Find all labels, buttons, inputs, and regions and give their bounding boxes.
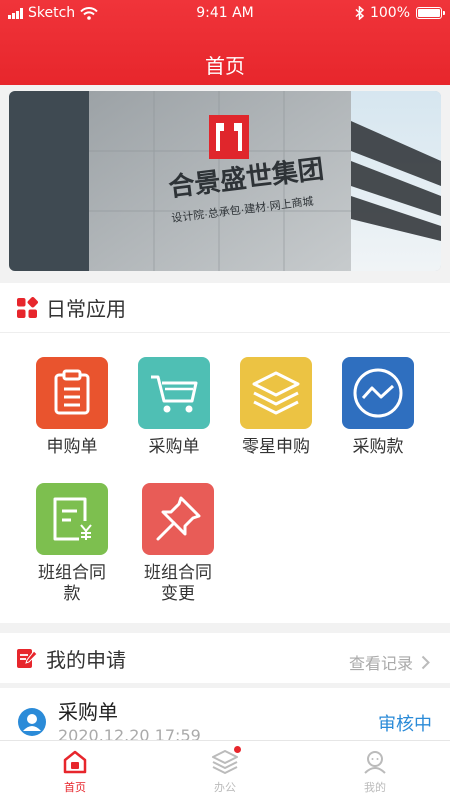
- request-time: 2020.12.20 17:59: [58, 726, 201, 740]
- app-purchase-order[interactable]: 采购单: [124, 357, 224, 458]
- edit-document-icon: [17, 649, 38, 668]
- app-label: 班组合同变更: [144, 563, 212, 604]
- tab-mine[interactable]: 我的: [300, 741, 450, 800]
- trend-chart-icon: [342, 357, 414, 429]
- battery-icon: [416, 7, 445, 19]
- request-title: 采购单: [58, 700, 118, 724]
- header: Sketch 9:41 AM 100% 首页: [0, 0, 450, 85]
- stack-icon: [212, 750, 238, 774]
- chevron-right-icon: [421, 655, 430, 669]
- app-label: 采购款: [352, 437, 404, 457]
- profile-icon: [364, 751, 386, 774]
- tab-label: 我的: [364, 781, 386, 794]
- brand-logo: [209, 115, 249, 159]
- layers-icon: [240, 357, 312, 429]
- tab-bar: 首页 办公 我的: [0, 740, 450, 800]
- pushpin-icon: [142, 483, 214, 555]
- app-label: 采购单: [148, 437, 200, 457]
- shopping-cart-icon: [138, 357, 210, 429]
- bluetooth-icon: [355, 6, 364, 20]
- my-requests-title: 我的申请: [46, 647, 126, 672]
- battery-percent: 100%: [369, 5, 410, 21]
- daily-apps-section: 日常应用 申购单 采购单 零星申购 采购款 班组合同款 班组合同变更: [0, 283, 450, 623]
- app-sporadic-purchase[interactable]: 零星申购: [226, 357, 326, 458]
- tab-label: 办公: [214, 781, 236, 794]
- tab-label: 首页: [64, 781, 86, 794]
- home-icon: [63, 750, 87, 774]
- app-label: 零星申购: [242, 437, 310, 457]
- my-requests-header: 我的申请 查看记录: [0, 633, 450, 683]
- daily-apps-title: 日常应用: [46, 297, 126, 321]
- page-title: 首页: [205, 54, 245, 78]
- contract-yen-icon: [36, 483, 108, 555]
- notification-badge: [234, 746, 241, 753]
- tab-home[interactable]: 首页: [0, 741, 150, 800]
- apps-grid-icon: [17, 296, 38, 318]
- app-team-contract-change[interactable]: 班组合同变更: [128, 483, 228, 605]
- daily-apps-header: 日常应用: [0, 283, 450, 333]
- banner-image: 合景盛世集团 设计院·总承包·建材·网上商城: [9, 91, 441, 271]
- banner[interactable]: 合景盛世集团 设计院·总承包·建材·网上商城: [9, 91, 441, 271]
- request-list-item[interactable]: 采购单 2020.12.20 17:59 审核中: [0, 688, 450, 740]
- request-status: 审核中: [378, 714, 432, 735]
- app-label: 申购单: [46, 437, 98, 457]
- status-bar: Sketch 9:41 AM 100%: [0, 0, 450, 26]
- view-records-link[interactable]: 查看记录: [349, 650, 430, 674]
- view-records-label: 查看记录: [348, 654, 413, 673]
- app-purchase-payment[interactable]: 采购款: [328, 357, 428, 458]
- app-team-contract-payment[interactable]: 班组合同款: [22, 483, 122, 605]
- app-label: 班组合同款: [38, 563, 106, 604]
- clipboard-icon: [36, 357, 108, 429]
- app-purchase-request[interactable]: 申购单: [22, 357, 122, 458]
- tab-office[interactable]: 办公: [150, 741, 300, 800]
- user-avatar-icon: [18, 708, 46, 736]
